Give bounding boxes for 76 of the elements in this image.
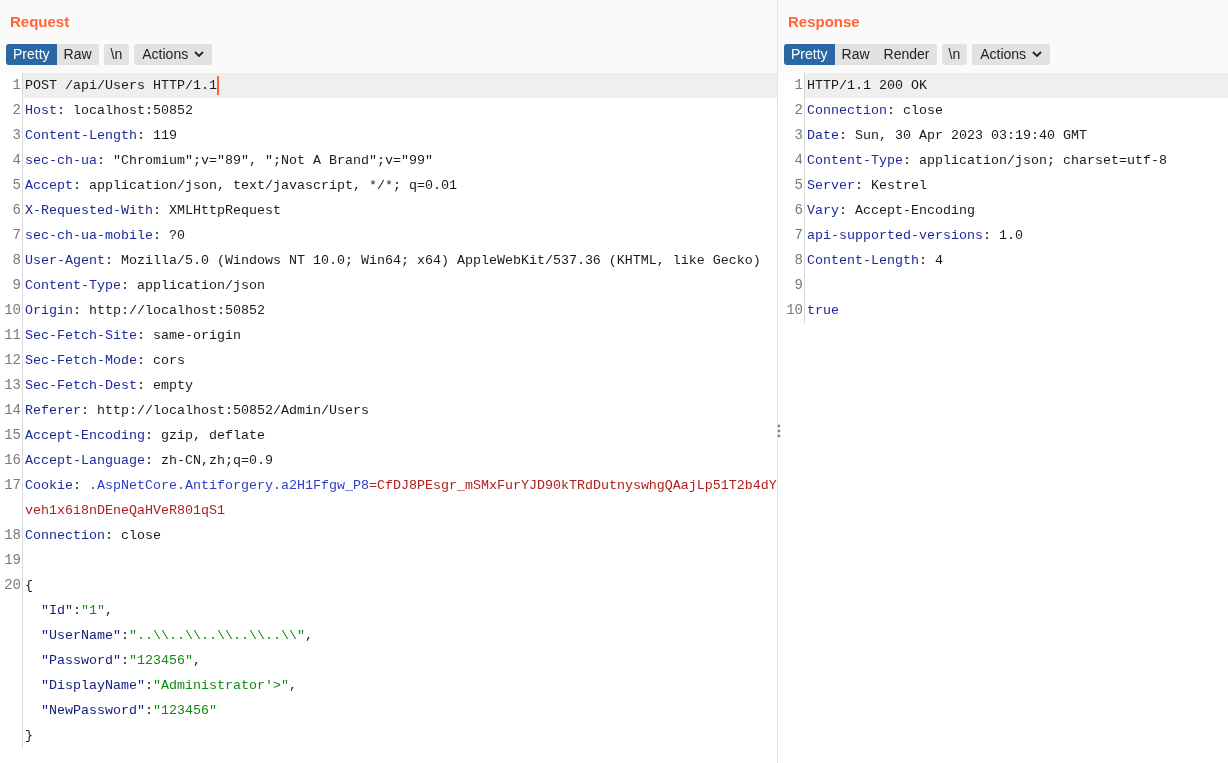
line-number: 3 [12, 127, 21, 143]
code-line: Host: localhost:50852 [25, 102, 193, 120]
code-line: true [807, 302, 839, 320]
code-line: Accept: application/json, text/javascript, */*; q=0.01 [25, 177, 457, 195]
code-line: Accept-Encoding: gzip, deflate [25, 427, 265, 445]
code-line: Content-Type: application/json; charset=utf-8 [807, 152, 1167, 170]
code-line: "Id":"1", [40, 602, 113, 620]
line-number: 15 [4, 427, 21, 443]
code-line: veh1x6i8nDEneQaHVeR801qS1 [25, 502, 225, 520]
line-number: 5 [12, 177, 21, 193]
code-line: "DisplayName":"Administrator'>", [40, 677, 297, 695]
code-line: Accept-Language: zh-CN,zh;q=0.9 [25, 452, 273, 470]
code-line: sec-ch-ua-mobile: ?0 [25, 227, 185, 245]
code-line: Cookie: .AspNetCore.Antiforgery.a2H1Ffgw_P8=CfDJ8PEsgr_mSMxFurYJD90kTRdDutnyswhgQAajLp51T2b4dY [25, 477, 777, 495]
line-number: 4 [794, 152, 803, 168]
code-line: "UserName":"..\\..\\..\\..\\..\\", [40, 627, 313, 645]
code-line: "Password":"123456", [40, 652, 201, 670]
code-line: { [25, 577, 33, 595]
code-line: Server: Kestrel [807, 177, 927, 195]
line-number: 13 [4, 377, 21, 393]
line-number: 11 [4, 327, 21, 343]
line-number: 12 [4, 352, 21, 368]
actions-button[interactable]: Actions [134, 44, 213, 65]
actions-button[interactable]: Actions [972, 44, 1051, 65]
line-number: 3 [794, 127, 803, 143]
code-line: Connection: close [25, 527, 161, 545]
view-tab[interactable]: Pretty [6, 44, 57, 65]
code-line: Sec-Fetch-Dest: empty [25, 377, 193, 395]
chevron-down-icon [1032, 51, 1043, 58]
code-line: Referer: http://localhost:50852/Admin/Users [25, 402, 369, 420]
line-number: 14 [4, 402, 21, 418]
code-line: Content-Length: 119 [25, 127, 177, 145]
splitter-handle-icon[interactable] [777, 424, 781, 438]
line-number: 10 [786, 302, 803, 318]
line-number: 1 [12, 77, 21, 93]
code-line: sec-ch-ua: "Chromium";v="89", ";Not A Brand";v="99" [25, 152, 433, 170]
code-line: Origin: http://localhost:50852 [25, 302, 265, 320]
line-number: 10 [4, 302, 21, 318]
code-line: Sec-Fetch-Site: same-origin [25, 327, 241, 345]
code-line: POST /api/Users HTTP/1.1 [25, 77, 217, 95]
code-line: Date: Sun, 30 Apr 2023 03:19:40 GMT [807, 127, 1087, 145]
line-number: 4 [12, 152, 21, 168]
panel-title: Response [787, 12, 861, 32]
code-line: Connection: close [807, 102, 943, 120]
panel-title: Request [9, 12, 71, 32]
line-number: 6 [12, 202, 21, 218]
line-number: 9 [12, 277, 21, 293]
code-line: api-supported-versions: 1.0 [807, 227, 1023, 245]
line-number: 1 [794, 77, 803, 93]
code-line: Content-Type: application/json [25, 277, 265, 295]
line-number: 19 [4, 552, 21, 568]
line-number: 16 [4, 452, 21, 468]
newline-toggle-button[interactable]: \n [941, 44, 968, 65]
line-number: 2 [12, 102, 21, 118]
line-number: 5 [794, 177, 803, 193]
chevron-down-icon [194, 51, 205, 58]
line-number: 2 [794, 102, 803, 118]
line-number: 6 [794, 202, 803, 218]
line-number: 17 [4, 477, 21, 493]
code-line: Sec-Fetch-Mode: cors [25, 352, 185, 370]
line-number: 7 [794, 227, 803, 243]
line-number: 18 [4, 527, 21, 543]
code-line: Content-Length: 4 [807, 252, 943, 270]
code-line: User-Agent: Mozilla/5.0 (Windows NT 10.0; Win64; x64) AppleWebKit/537.36 (KHTML, like Gecko) [25, 252, 761, 270]
line-number: 8 [794, 252, 803, 268]
line-number: 9 [794, 277, 803, 293]
view-tab[interactable]: Pretty [784, 44, 835, 65]
code-line: HTTP/1.1 200 OK [807, 77, 927, 95]
line-number: 8 [12, 252, 21, 268]
code-line: Vary: Accept-Encoding [807, 202, 975, 220]
line-number: 7 [12, 227, 21, 243]
code-line: X-Requested-With: XMLHttpRequest [25, 202, 281, 220]
code-line: } [25, 727, 33, 745]
code-line: "NewPassword":"123456" [40, 702, 217, 720]
line-number: 20 [4, 577, 21, 593]
newline-toggle-button[interactable]: \n [103, 44, 130, 65]
